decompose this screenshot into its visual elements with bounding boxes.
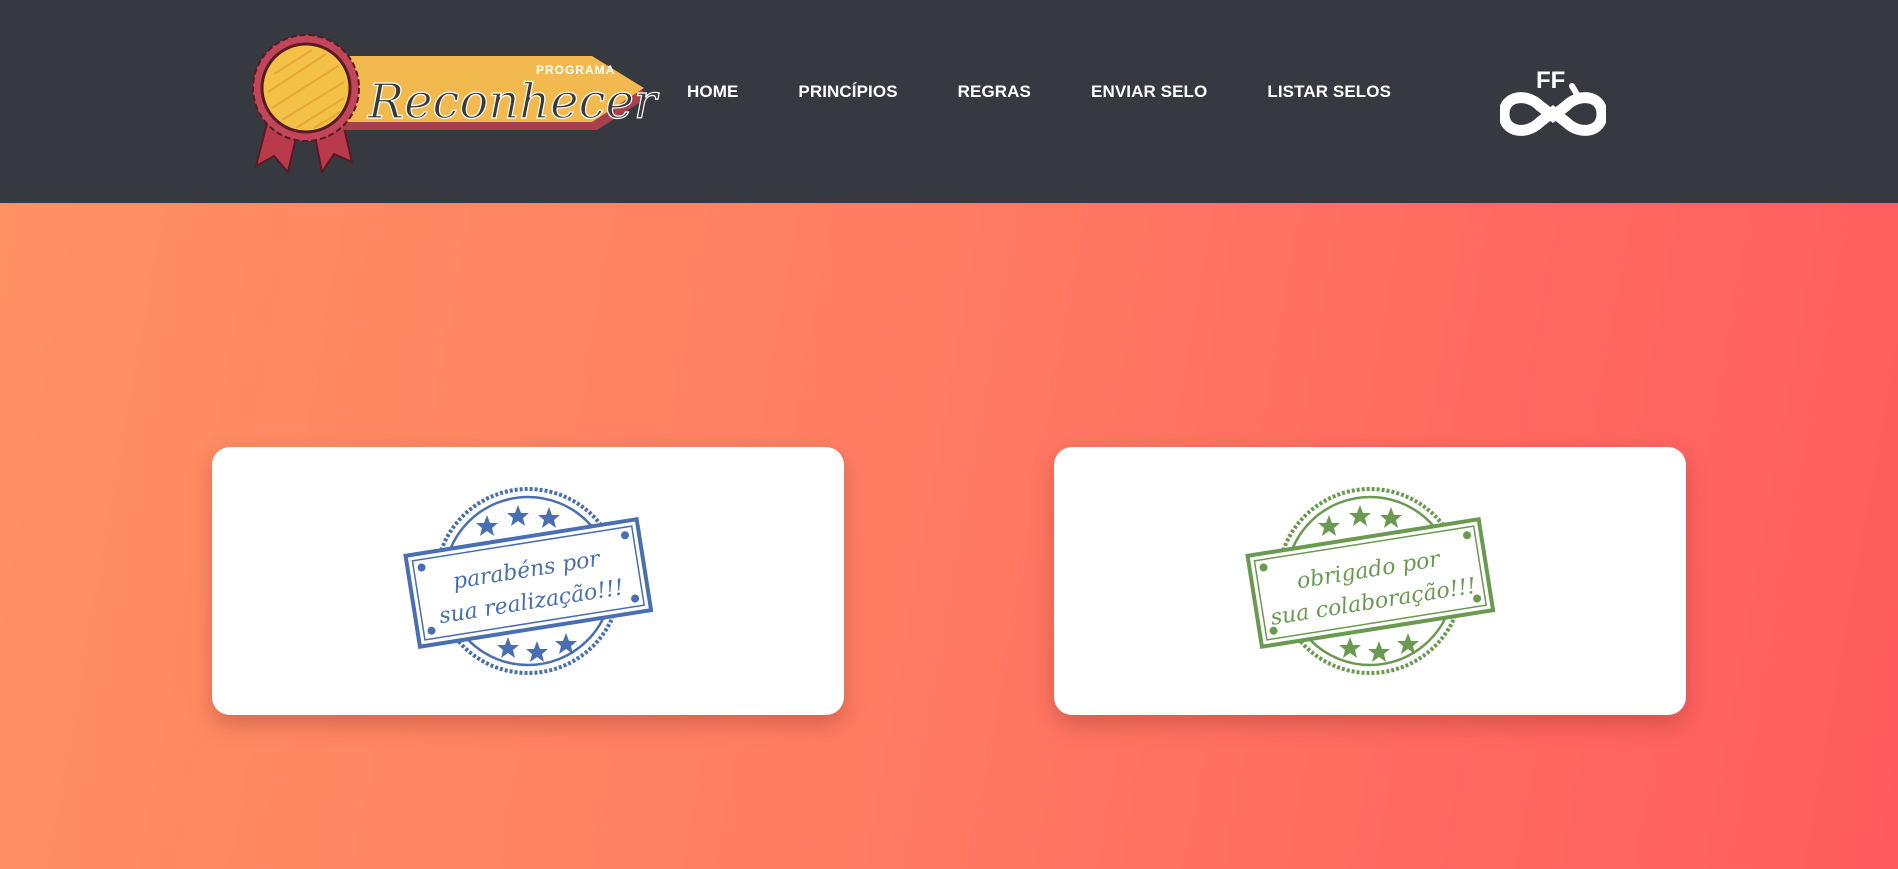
selo-card-parabens[interactable]: parabéns por sua realização!!! [212,447,844,715]
ff-logo[interactable]: FF [1500,66,1606,138]
nav-enviar-selo[interactable]: ENVIAR SELO [1091,79,1207,105]
main-nav: HOME PRINCÍPIOS REGRAS ENVIAR SELO LISTA… [687,79,1391,105]
stars-top [476,505,560,536]
main-content: parabéns por sua realização!!! obrigado … [0,203,1898,869]
site-header: PROGRAMA Reconhecer HOME PRINCÍPIOS REGR… [0,0,1898,203]
nav-listar-selos[interactable]: LISTAR SELOS [1267,79,1391,105]
nav-principios[interactable]: PRINCÍPIOS [798,79,897,105]
parabens-stamp: parabéns por sua realização!!! [403,487,653,675]
logo-main-text: Reconhecer [367,74,660,130]
nav-regras[interactable]: REGRAS [958,79,1031,105]
infinity-icon [1500,92,1606,136]
stars-top [1318,505,1402,536]
obrigado-stamp: obrigado por sua colaboração!!! [1245,487,1495,675]
programa-reconhecer-logo[interactable]: PROGRAMA Reconhecer [252,26,660,176]
selo-card-obrigado[interactable]: obrigado por sua colaboração!!! [1054,447,1686,715]
nav-home[interactable]: HOME [687,79,738,105]
ff-logo-text: FF [1536,67,1565,94]
